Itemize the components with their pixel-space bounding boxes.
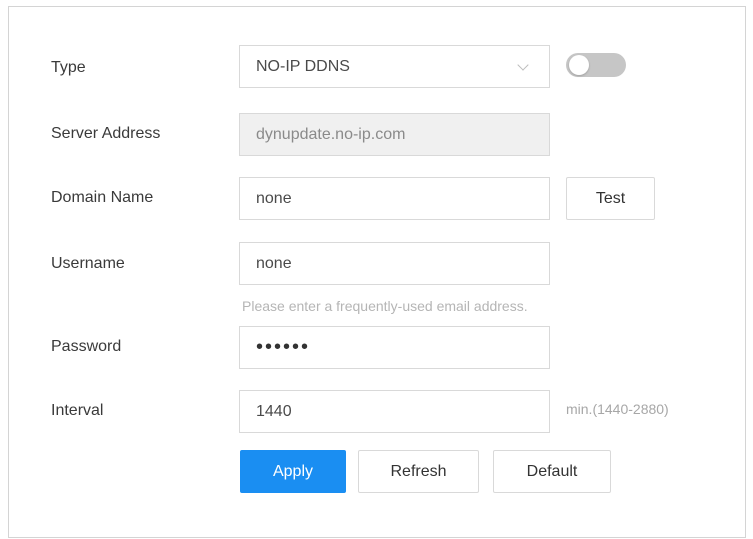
type-select[interactable]: NO-IP DDNS [239, 45, 550, 88]
server-address-value: dynupdate.no-ip.com [256, 125, 406, 143]
apply-button[interactable]: Apply [240, 450, 346, 493]
default-button[interactable]: Default [493, 450, 611, 493]
domain-name-label: Domain Name [51, 189, 154, 206]
refresh-button[interactable]: Refresh [358, 450, 479, 493]
domain-name-value: none [256, 189, 292, 207]
interval-label: Interval [51, 402, 104, 419]
username-label: Username [51, 255, 125, 272]
type-select-value: NO-IP DDNS [256, 57, 350, 75]
domain-name-input[interactable]: none [239, 177, 550, 220]
username-hint: Please enter a frequently-used email add… [242, 298, 528, 314]
server-address-field: dynupdate.no-ip.com [239, 113, 550, 156]
username-value: none [256, 254, 292, 272]
chevron-down-icon [517, 58, 529, 71]
username-input[interactable]: none [239, 242, 550, 285]
type-label: Type [51, 59, 86, 76]
password-input[interactable]: •••••• [239, 326, 550, 369]
toggle-knob [569, 55, 589, 75]
test-button[interactable]: Test [566, 177, 655, 220]
interval-value: 1440 [256, 402, 292, 420]
interval-unit: min.(1440-2880) [566, 401, 669, 417]
password-value: •••••• [256, 336, 311, 358]
password-label: Password [51, 338, 122, 355]
server-address-label: Server Address [51, 125, 161, 142]
ddns-enable-toggle[interactable] [566, 53, 626, 77]
interval-input[interactable]: 1440 [239, 390, 550, 433]
